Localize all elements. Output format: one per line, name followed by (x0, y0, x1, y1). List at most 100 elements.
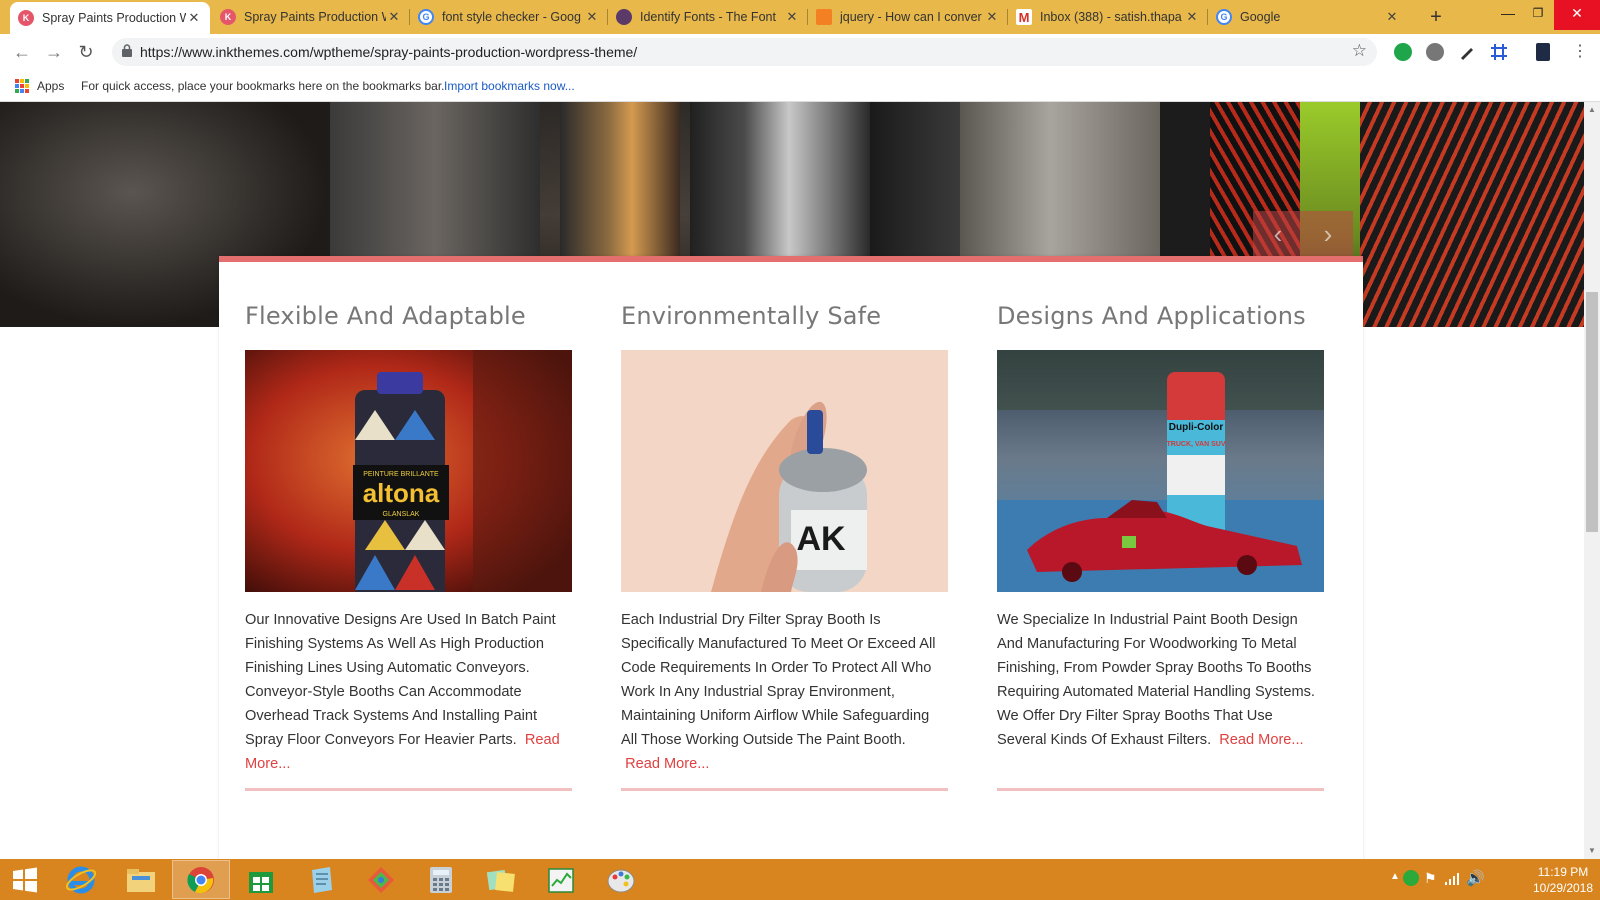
feature-column: Environmentally Safe AK Each Industrial … (621, 302, 948, 791)
can-label-brand: altona (363, 478, 440, 508)
internet-explorer-icon[interactable] (52, 860, 110, 899)
extension-badge-icon[interactable] (1536, 43, 1550, 61)
bookmarks-hint: For quick access, place your bookmarks h… (81, 79, 445, 93)
inkthemes-icon: K (18, 10, 34, 26)
can-label-sub: GLANSLAK (383, 511, 420, 518)
network-signal-icon[interactable] (1444, 872, 1460, 886)
task-manager-icon[interactable] (532, 860, 590, 899)
google-icon: G (1216, 9, 1232, 25)
page-scrollbar[interactable]: ▲ ▼ (1584, 102, 1600, 859)
extension-grid-icon[interactable] (1490, 43, 1508, 61)
extension-pen-icon[interactable] (1458, 43, 1476, 61)
close-tab-icon[interactable]: ✕ (1384, 9, 1400, 25)
clock-time[interactable]: 11:19 PM (1530, 865, 1596, 879)
action-center-flag-icon[interactable]: ⚑ (1424, 870, 1437, 887)
lock-icon (122, 44, 132, 57)
tab-spray-paints-2[interactable]: K Spray Paints Production W ✕ (212, 0, 410, 34)
can-label-small: PEINTURE BRILLANTE (363, 471, 439, 478)
fontsquirrel-icon (616, 9, 632, 25)
start-icon[interactable] (0, 860, 50, 899)
divider (997, 788, 1324, 791)
windows-taskbar: ▲ ⚑ 🔊 11:19 PM 10/29/2018 (0, 859, 1600, 900)
feature-column: Flexible And Adaptable PEINTURE BRILLANT… (245, 302, 572, 791)
feature-heading: Designs And Applications (997, 302, 1306, 330)
close-tab-icon[interactable]: ✕ (784, 9, 800, 25)
features-card: Flexible And Adaptable PEINTURE BRILLANT… (219, 256, 1363, 859)
apps-icon[interactable] (15, 79, 29, 93)
extension-settings-icon[interactable] (1426, 43, 1444, 61)
close-tab-icon[interactable]: ✕ (584, 9, 600, 25)
close-window-button[interactable]: ✕ (1554, 0, 1600, 30)
reload-button[interactable]: ↻ (72, 38, 100, 66)
can-label-brand: AK (796, 520, 846, 558)
clock-date[interactable]: 10/29/2018 (1530, 881, 1596, 895)
back-button[interactable]: ← (8, 38, 36, 66)
bookmark-star-icon[interactable]: ☆ (1352, 41, 1367, 61)
feature-description: Our Innovative Designs Are Used In Batch… (245, 612, 560, 772)
tab-jquery-stackoverflow[interactable]: jquery - How can I conver ✕ (808, 0, 1008, 34)
page-viewport: ‹ › Flexible And Adaptable PEINTURE BRIL… (0, 102, 1584, 859)
tab-strip: K Spray Paints Production W ✕ K Spray Pa… (0, 0, 1600, 34)
google-icon: G (418, 9, 434, 25)
notepad-icon[interactable] (292, 860, 350, 899)
stackoverflow-icon (816, 9, 832, 25)
close-tab-icon[interactable]: ✕ (1184, 9, 1200, 25)
browser-toolbar: ← → ↻ https://www.inkthemes.com/wptheme/… (0, 34, 1600, 70)
spray-can-altona-image: PEINTURE BRILLANTE altona GLANSLAK (245, 350, 572, 592)
sticky-notes-icon[interactable] (472, 860, 530, 899)
volume-icon[interactable]: 🔊 (1466, 869, 1485, 887)
scroll-up-arrow-icon[interactable]: ▲ (1584, 102, 1600, 118)
gmail-icon: M (1016, 9, 1032, 25)
sync-status-icon[interactable] (1403, 870, 1419, 886)
bookmarks-bar: Apps For quick access, place your bookma… (0, 70, 1600, 102)
feature-description: Each Industrial Dry Filter Spray Booth I… (621, 612, 936, 772)
tab-google[interactable]: G Google ✕ (1208, 0, 1408, 34)
hand-spraying-can-image: AK (621, 350, 948, 592)
tab-title: jquery - How can I conver (840, 10, 982, 24)
inkthemes-icon: K (220, 9, 236, 25)
forward-button[interactable]: → (40, 38, 68, 66)
can-label-sub: TRUCK, VAN SUV (1167, 441, 1226, 448)
tab-title: Spray Paints Production W (244, 10, 386, 24)
chrome-icon[interactable] (172, 860, 230, 899)
feature-heading: Environmentally Safe (621, 302, 882, 330)
tab-spray-paints-1[interactable]: K Spray Paints Production W ✕ (10, 2, 210, 34)
tab-title: Spray Paints Production W (42, 11, 186, 25)
address-bar[interactable]: https://www.inkthemes.com/wptheme/spray-… (112, 38, 1377, 66)
show-hidden-icons-icon[interactable]: ▲ (1390, 871, 1400, 882)
dupli-color-can-car-model-image: Dupli-Color TRUCK, VAN SUV (997, 350, 1324, 592)
paint-app-icon[interactable] (352, 860, 410, 899)
file-explorer-icon[interactable] (112, 860, 170, 899)
tab-title: Google (1240, 10, 1281, 24)
extension-check-icon[interactable] (1394, 43, 1412, 61)
feature-description: We Specialize In Industrial Paint Booth … (997, 612, 1315, 748)
tab-title: font style checker - Goog (442, 10, 581, 24)
slider-next-button[interactable]: › (1303, 211, 1353, 259)
new-tab-button[interactable]: + (1423, 4, 1449, 30)
tab-title: Identify Fonts - The Font (640, 10, 776, 24)
close-tab-icon[interactable]: ✕ (386, 9, 402, 25)
store-icon[interactable] (232, 860, 290, 899)
paint-palette-icon[interactable] (592, 860, 650, 899)
read-more-link[interactable]: Read More... (1219, 732, 1303, 748)
divider (245, 788, 572, 791)
apps-link[interactable]: Apps (37, 79, 64, 93)
scroll-down-arrow-icon[interactable]: ▼ (1584, 843, 1600, 859)
scroll-thumb[interactable] (1586, 292, 1598, 532)
tab-title: Inbox (388) - satish.thapa (1040, 10, 1182, 24)
import-bookmarks-link[interactable]: Import bookmarks now... (444, 79, 575, 93)
divider (621, 788, 948, 791)
close-tab-icon[interactable]: ✕ (984, 9, 1000, 25)
close-tab-icon[interactable]: ✕ (186, 10, 202, 26)
feature-heading: Flexible And Adaptable (245, 302, 526, 330)
menu-icon[interactable]: ⋮ (1566, 38, 1594, 66)
slider-prev-button[interactable]: ‹ (1253, 211, 1303, 259)
tab-font-style-checker[interactable]: G font style checker - Goog ✕ (410, 0, 608, 34)
read-more-link[interactable]: Read More... (625, 756, 709, 772)
calculator-icon[interactable] (412, 860, 470, 899)
url-text: https://www.inkthemes.com/wptheme/spray-… (140, 44, 638, 60)
feature-column: Designs And Applications Dupli-Color TRU… (997, 302, 1324, 791)
tab-gmail-inbox[interactable]: M Inbox (388) - satish.thapa ✕ (1008, 0, 1208, 34)
tab-identify-fonts[interactable]: Identify Fonts - The Font ✕ (608, 0, 808, 34)
can-label-brand: Dupli-Color (1169, 422, 1224, 433)
